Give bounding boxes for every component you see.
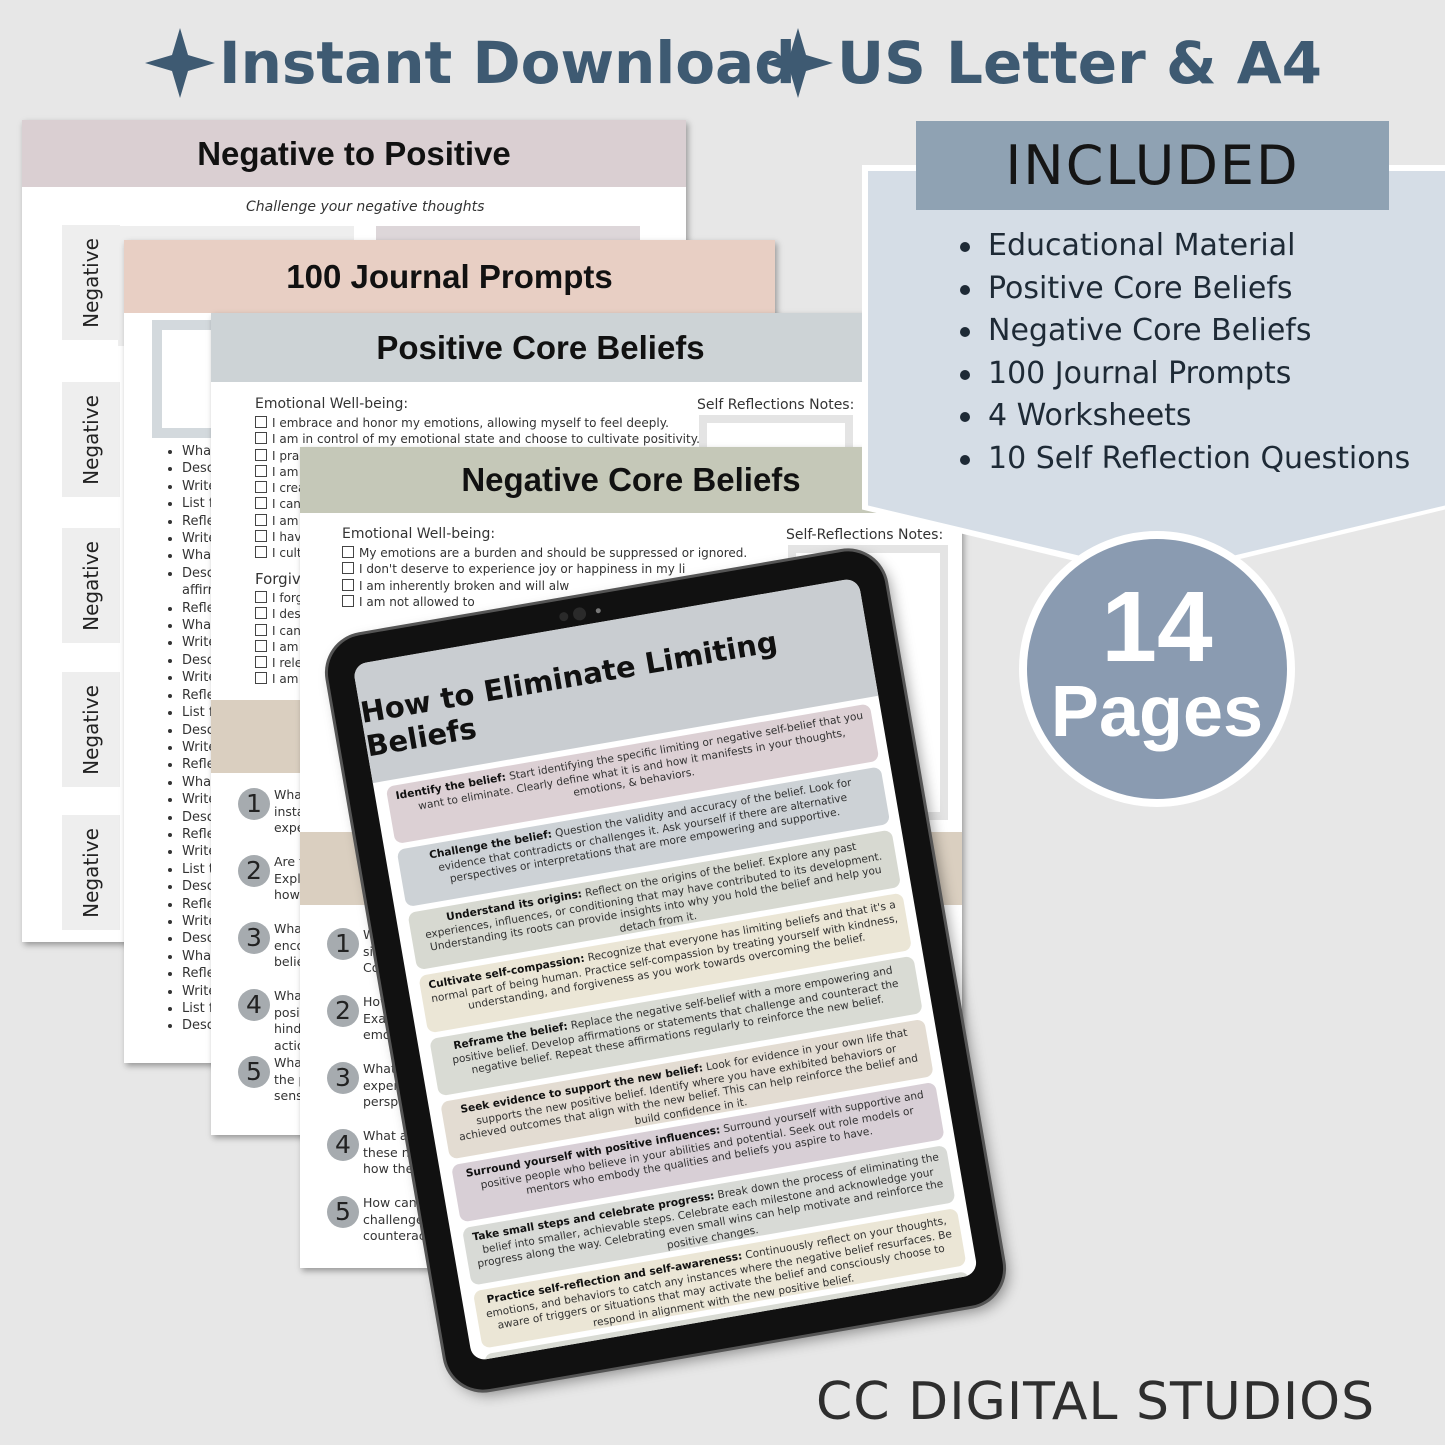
question-line: counterac: [363, 1228, 426, 1243]
checklist-item[interactable]: I embrace and honor my emotions, allowin…: [255, 415, 700, 431]
included-item: 10 Self Reflection Questions: [958, 438, 1410, 481]
question-item: 2 How Exa emo: [327, 994, 391, 1044]
included-item: Negative Core Beliefs: [958, 310, 1410, 353]
included-list: Educational Material Positive Core Belief…: [958, 225, 1410, 481]
page-subtitle: Challenge your negative thoughts: [246, 199, 485, 215]
negative-label: Negative: [79, 394, 104, 485]
question-number: 4: [238, 989, 270, 1021]
checklist-item[interactable]: I am: [255, 671, 303, 687]
question-number: 2: [238, 855, 270, 887]
negative-label-box: Negative: [62, 528, 120, 643]
question-number: 5: [238, 1056, 270, 1088]
included-item: Educational Material: [958, 225, 1410, 268]
question-number: 2: [327, 995, 359, 1027]
question-line: perspe: [363, 1094, 406, 1109]
page-count-number: 14: [1101, 571, 1213, 683]
included-title: INCLUDED: [916, 121, 1389, 210]
header-text: Instant Download: [219, 29, 796, 97]
negative-label: Negative: [79, 237, 104, 328]
question-number: 5: [327, 1196, 359, 1228]
checklist-item[interactable]: I des: [255, 606, 303, 622]
notes-label: Self-Reflections Notes:: [786, 527, 944, 543]
checklist-item[interactable]: I don't deserve to experience joy or hap…: [342, 561, 747, 577]
camera-icon: [572, 606, 588, 622]
negative-label-box: Negative: [62, 382, 120, 497]
checklist-item[interactable]: I forg: [255, 590, 303, 606]
included-item: 4 Worksheets: [958, 395, 1410, 438]
negative-label-box: Negative: [62, 815, 120, 930]
question-number: 1: [327, 928, 359, 960]
included-item: Positive Core Beliefs: [958, 268, 1410, 311]
question-number: 4: [327, 1129, 359, 1161]
question-line: How can I: [363, 1195, 425, 1210]
page-title: Negative to Positive: [22, 120, 686, 187]
negative-label: Negative: [79, 540, 104, 631]
negative-label-box: Negative: [62, 225, 120, 340]
question-line: emo: [363, 1027, 391, 1042]
page-title: 100 Journal Prompts: [124, 240, 775, 313]
question-item: 4 What posit hinde actio: [238, 988, 309, 1054]
checklist-item[interactable]: I can: [255, 623, 303, 639]
included-item: 100 Journal Prompts: [958, 353, 1410, 396]
negative-label-box: Negative: [62, 672, 120, 787]
question-item: 5 How can Ichallenge counterac: [327, 1195, 426, 1245]
prompt-list: WhatDescWriteList fRefleWriteWhatDescaff…: [164, 443, 216, 1035]
checklist-item[interactable]: I rele: [255, 655, 303, 671]
question-number: 3: [238, 922, 270, 954]
camera-icon: [558, 611, 569, 622]
header-text: US Letter & A4: [837, 29, 1322, 97]
checklist-item[interactable]: I am: [255, 639, 303, 655]
question-number: 1: [238, 788, 270, 820]
us-letter-label: US Letter & A4: [763, 28, 1322, 98]
brand-name: CC DIGITAL STUDIOS: [816, 1372, 1376, 1432]
question-text: How can Ichallenge counterac: [363, 1195, 426, 1245]
question-item: 5 What the p sens: [238, 1055, 307, 1105]
tablet-screen: How to Eliminate Limiting Beliefs Identi…: [352, 577, 979, 1362]
four-point-star-icon: [763, 28, 833, 98]
sensor-icon: [595, 607, 602, 614]
checklist-item[interactable]: My emotions are a burden and should be s…: [342, 545, 747, 561]
question-item: 1 What insta expe: [238, 787, 307, 837]
question-number: 3: [327, 1062, 359, 1094]
page-count-label: Pages: [1050, 672, 1264, 752]
question-item: 2 Are t Explo how: [238, 854, 308, 904]
question-line: challenge: [363, 1211, 424, 1227]
notes-label: Self Reflections Notes:: [697, 397, 855, 413]
negative-label: Negative: [79, 684, 104, 775]
checklist-item[interactable]: I am in control of my emotional state an…: [255, 431, 700, 447]
question-item: 3 What experi perspe: [327, 1061, 406, 1111]
page-title: Positive Core Beliefs: [211, 313, 870, 382]
negative-label: Negative: [79, 827, 104, 918]
instant-download-label: Instant Download: [145, 28, 796, 98]
section-label: Emotional Well-being:: [342, 526, 496, 542]
question-item: 3 What enco belie: [238, 921, 307, 971]
section-label: Emotional Well-being:: [255, 396, 409, 412]
page-count-badge: 14 Pages: [1019, 531, 1295, 807]
four-point-star-icon: [145, 28, 215, 98]
